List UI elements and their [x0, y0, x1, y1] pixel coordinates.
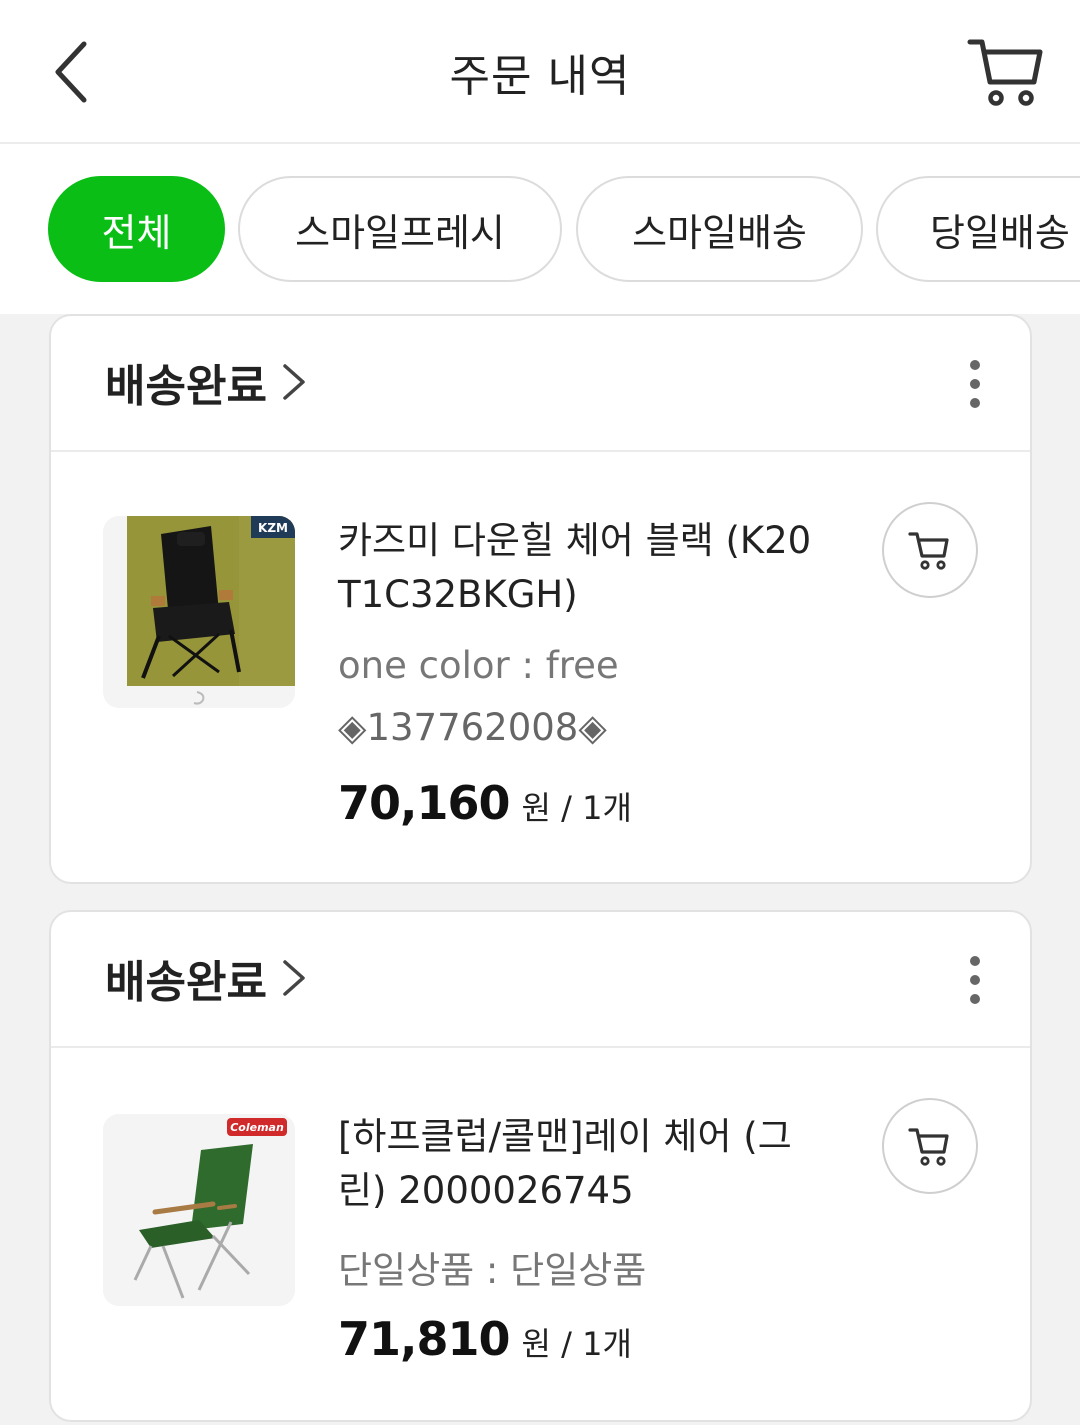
more-vertical-icon	[970, 360, 980, 408]
filter-chip-smile-delivery[interactable]: 스마일배송	[576, 176, 863, 282]
price-unit: 원 / 1개	[521, 1325, 632, 1363]
filter-chip-smile-fresh[interactable]: 스마일프레시	[238, 176, 562, 282]
page-title: 주문 내역	[449, 51, 631, 102]
product-name-line-1: 카즈미 다운힐 체어 블랙 (K20	[338, 519, 812, 562]
chevron-right-icon	[283, 364, 305, 400]
more-options-button[interactable]	[960, 954, 990, 1006]
green-camping-chair-image: Coleman	[103, 1114, 295, 1306]
product-price: 71,810 원 / 1개	[338, 1312, 632, 1366]
kzm-brand-badge: KZM	[258, 521, 288, 535]
product-name[interactable]: 카즈미 다운힐 체어 블랙 (K20 T1C32BKGH)	[338, 514, 858, 622]
product-image[interactable]: KZM	[103, 516, 295, 708]
product-price: 70,160 원 / 1개	[338, 776, 632, 830]
more-vertical-icon	[970, 956, 980, 1004]
cart-button[interactable]	[962, 30, 1048, 116]
coleman-brand-badge: Coleman	[230, 1121, 284, 1134]
product-name[interactable]: [하프클럽/콜맨]레이 체어 (그 린) 2000026745	[338, 1110, 858, 1218]
cart-icon	[967, 39, 1043, 106]
order-card: 배송완료 KZM 카즈미 다운힐 체어 블랙 (K20 T1C32BKGH) o…	[49, 314, 1032, 884]
filter-chip-same-day[interactable]: 당일배송	[876, 176, 1080, 282]
order-status-link[interactable]: 배송완료	[105, 946, 307, 1010]
price-unit: 원 / 1개	[521, 789, 632, 827]
filter-chip-all[interactable]: 전체	[48, 176, 225, 282]
product-code: ◈137762008◈	[338, 706, 607, 749]
product-option: 단일상품 : 단일상품	[338, 1249, 647, 1292]
order-card-header: 배송완료	[51, 316, 1030, 452]
order-card-header: 배송완료	[51, 912, 1030, 1048]
top-bar: 주문 내역	[0, 0, 1080, 144]
price-value: 70,160	[338, 776, 511, 830]
product-image[interactable]: Coleman	[103, 1114, 295, 1306]
order-status-link[interactable]: 배송완료	[105, 350, 307, 414]
product-name-line-2: T1C32BKGH)	[338, 573, 578, 616]
more-options-button[interactable]	[960, 358, 990, 410]
order-status: 배송완료	[105, 957, 267, 1008]
cart-icon	[908, 532, 949, 570]
add-to-cart-button[interactable]	[882, 502, 978, 598]
chevron-right-icon	[283, 960, 305, 996]
order-status: 배송완료	[105, 361, 267, 412]
filter-bar: 전체 스마일프레시 스마일배송 당일배송	[0, 144, 1080, 314]
cart-icon	[908, 1128, 949, 1166]
black-camping-chair-image: KZM	[127, 516, 295, 708]
product-option: one color : free	[338, 644, 619, 687]
product-name-line-2: 린) 2000026745	[338, 1169, 634, 1212]
add-to-cart-button[interactable]	[882, 1098, 978, 1194]
product-name-line-1: [하프클럽/콜맨]레이 체어 (그	[338, 1115, 792, 1158]
order-card: 배송완료 Coleman [하프클럽/콜맨]레이 체어 (그 린) 200002…	[49, 910, 1032, 1422]
price-value: 71,810	[338, 1312, 511, 1366]
